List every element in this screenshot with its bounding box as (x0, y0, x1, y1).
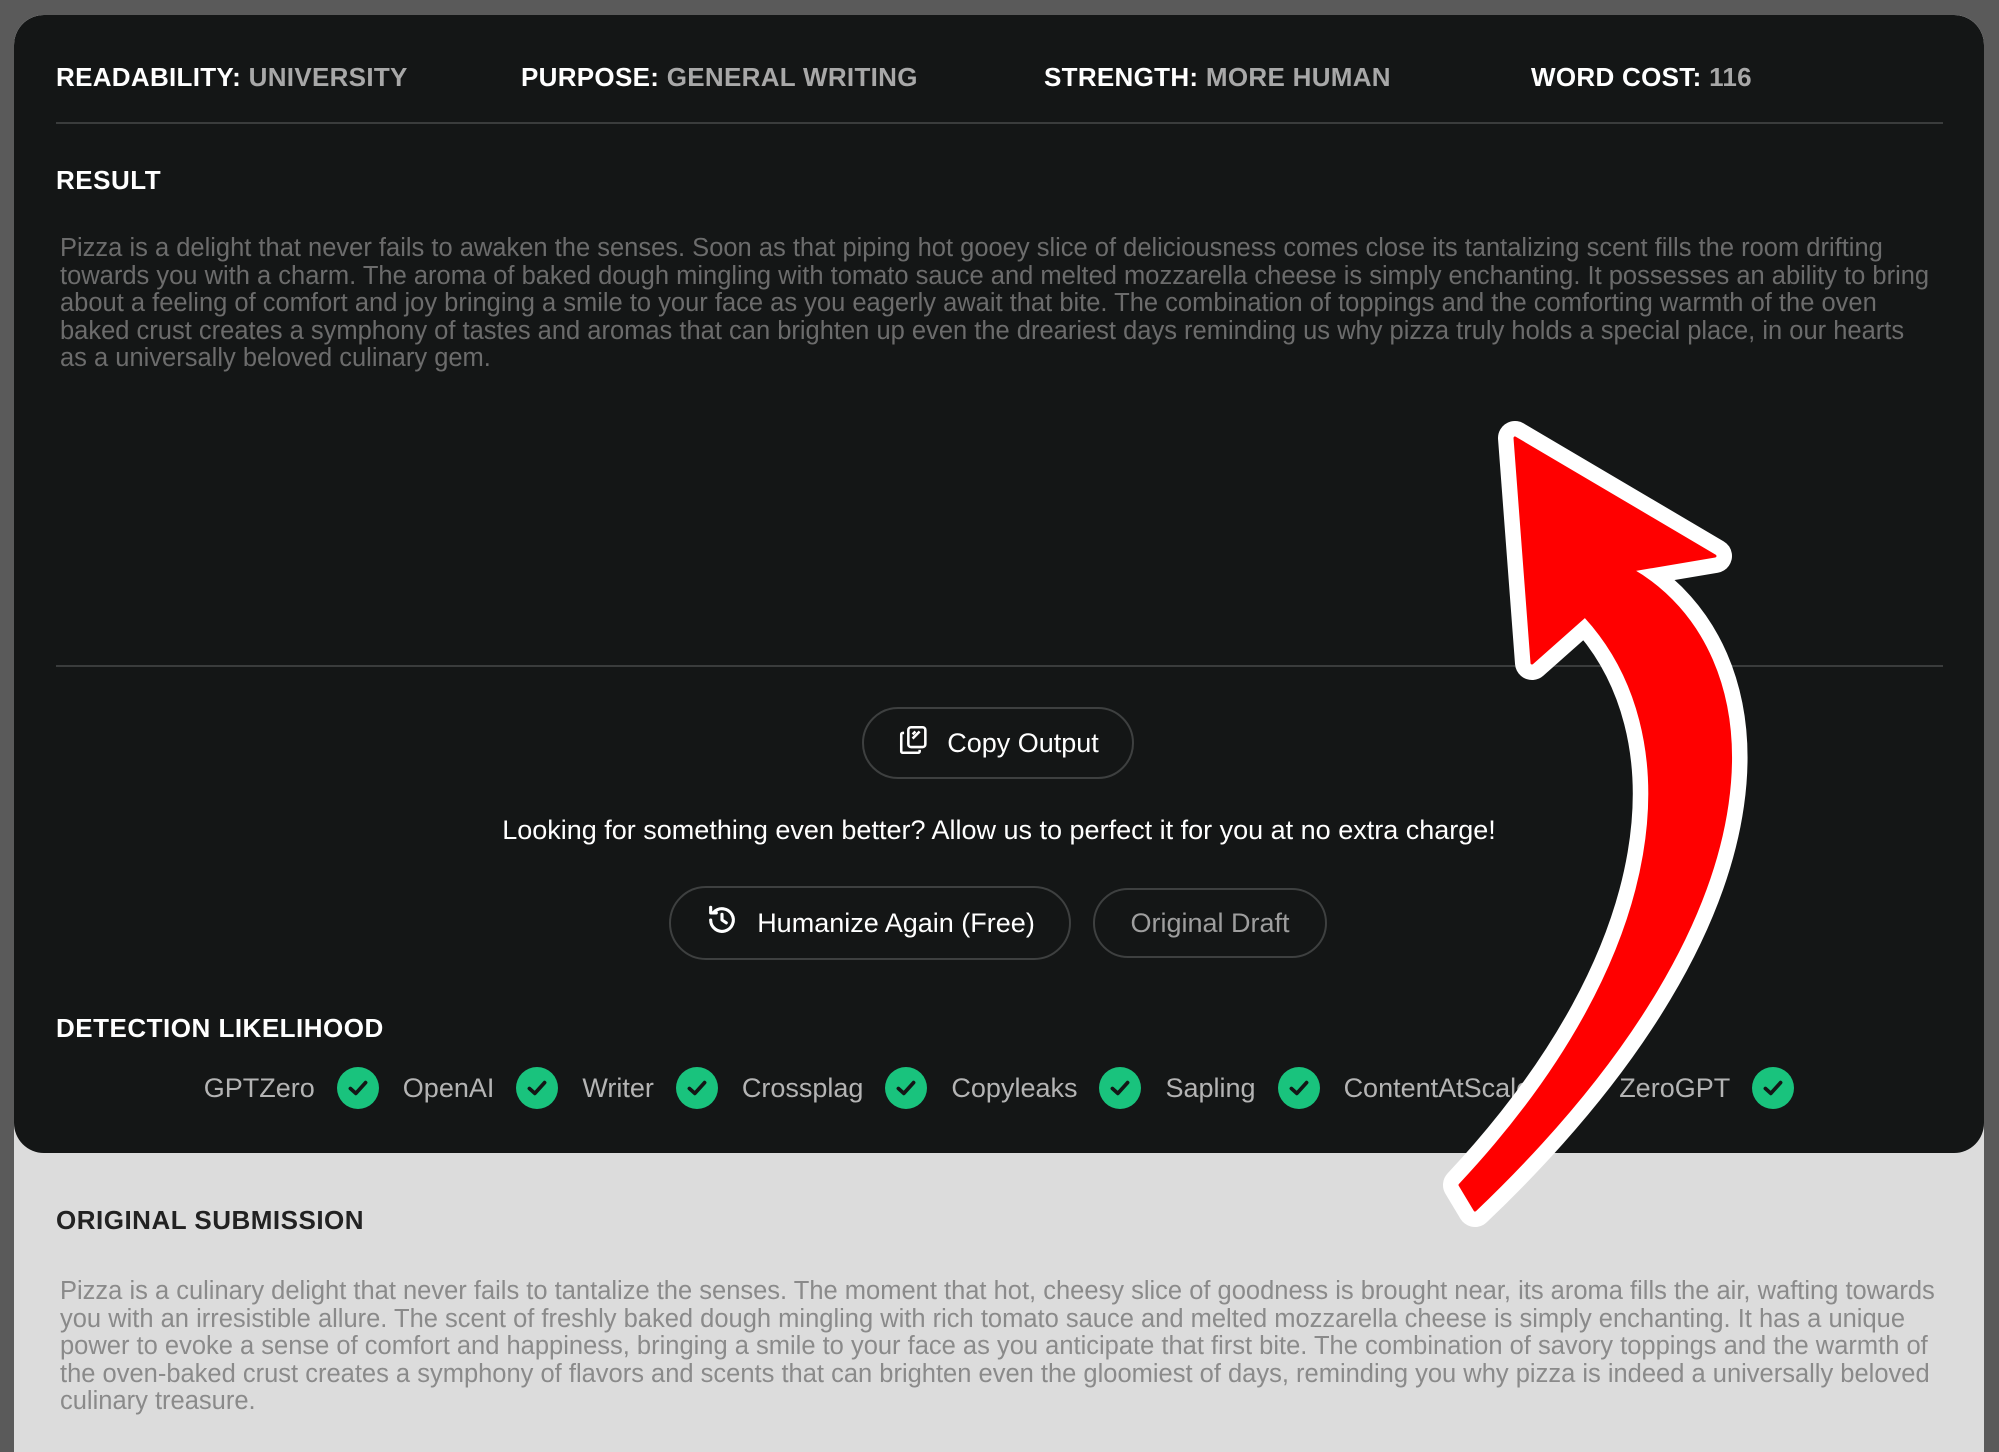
purpose-label: PURPOSE: (521, 62, 660, 92)
detector-name: ContentAtScale (1343, 1072, 1532, 1103)
detector-item: GPTZero (204, 1067, 379, 1109)
word-cost-label: WORD COST: (1531, 62, 1702, 92)
detector-name: Copyleaks (951, 1072, 1078, 1103)
detector-name: Crossplag (741, 1072, 864, 1103)
purpose-setting: PURPOSE: GENERAL WRITING (521, 62, 918, 93)
original-submission-text: Pizza is a culinary delight that never f… (60, 1277, 1935, 1415)
purpose-value: GENERAL WRITING (666, 62, 918, 92)
check-circle-icon (885, 1067, 928, 1109)
app-window: READABILITY: UNIVERSITY PURPOSE: GENERAL… (14, 15, 1984, 1452)
result-divider (56, 665, 1943, 667)
word-cost-setting: WORD COST: 116 (1531, 62, 1752, 93)
detector-item: OpenAI (403, 1067, 559, 1109)
strength-value: MORE HUMAN (1205, 62, 1391, 92)
original-submission-title: ORIGINAL SUBMISSION (56, 1205, 365, 1235)
detector-name: Sapling (1165, 1072, 1256, 1103)
detector-item: ContentAtScale (1344, 1067, 1596, 1109)
check-circle-icon (675, 1067, 718, 1109)
readability-value: UNIVERSITY (248, 62, 408, 92)
history-icon (705, 903, 739, 944)
humanize-again-button[interactable]: Humanize Again (Free) (669, 886, 1071, 960)
check-circle-icon (1277, 1067, 1320, 1109)
result-output-text[interactable]: Pizza is a delight that never fails to a… (60, 234, 1930, 373)
detector-item: ZeroGPT (1619, 1067, 1795, 1109)
settings-summary: READABILITY: UNIVERSITY PURPOSE: GENERAL… (56, 55, 1956, 100)
strength-setting: STRENGTH: MORE HUMAN (1044, 62, 1391, 93)
readability-setting: READABILITY: UNIVERSITY (56, 62, 408, 93)
word-cost-value: 116 (1709, 62, 1752, 92)
readability-label: READABILITY: (56, 62, 242, 92)
detector-name: ZeroGPT (1619, 1072, 1731, 1103)
strength-label: STRENGTH: (1044, 62, 1199, 92)
detector-name: GPTZero (203, 1072, 315, 1103)
humanize-again-promo: Looking for something even better? Allow… (502, 815, 1496, 845)
check-circle-icon (1099, 1067, 1142, 1109)
detector-item: Crossplag (742, 1067, 928, 1109)
detector-item: Copyleaks (951, 1067, 1142, 1109)
detector-name: OpenAI (402, 1072, 495, 1103)
check-circle-icon (1553, 1067, 1596, 1109)
detector-item: Writer (582, 1067, 718, 1109)
detector-list: GPTZero OpenAI Writer Crossplag Copyleak… (14, 1063, 1984, 1113)
settings-divider (56, 122, 1943, 124)
result-panel: READABILITY: UNIVERSITY PURPOSE: GENERAL… (14, 15, 1984, 1153)
result-title: RESULT (56, 165, 162, 195)
detection-likelihood-title: DETECTION LIKELIHOOD (56, 1013, 384, 1043)
check-circle-icon (336, 1067, 379, 1109)
original-draft-button[interactable]: Original Draft (1093, 888, 1327, 958)
copy-icon (897, 723, 931, 764)
check-circle-icon (1752, 1067, 1795, 1109)
detector-name: Writer (582, 1072, 654, 1103)
detector-item: Sapling (1165, 1067, 1320, 1109)
original-draft-label: Original Draft (1130, 907, 1290, 938)
copy-output-button[interactable]: Copy Output (862, 707, 1134, 779)
check-circle-icon (516, 1067, 559, 1109)
humanize-again-label: Humanize Again (Free) (757, 907, 1035, 938)
copy-output-label: Copy Output (947, 727, 1099, 758)
